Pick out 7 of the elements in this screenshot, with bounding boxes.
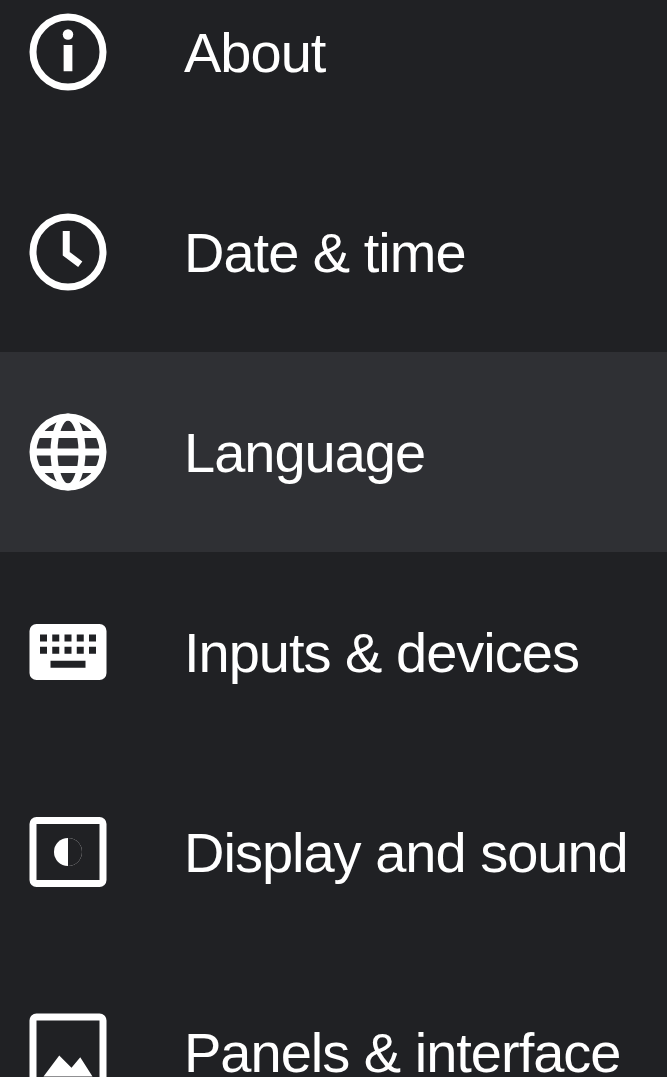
menu-item-label: Language xyxy=(184,419,426,485)
menu-item-label: About xyxy=(184,19,326,85)
menu-item-label: Display and sound xyxy=(184,819,628,885)
menu-item[interactable]: Language xyxy=(0,352,667,552)
menu-item-label: Inputs & devices xyxy=(184,619,579,685)
menu-item-label: Date & time xyxy=(184,219,466,285)
menu-item-label: Panels & interface xyxy=(184,1019,621,1077)
